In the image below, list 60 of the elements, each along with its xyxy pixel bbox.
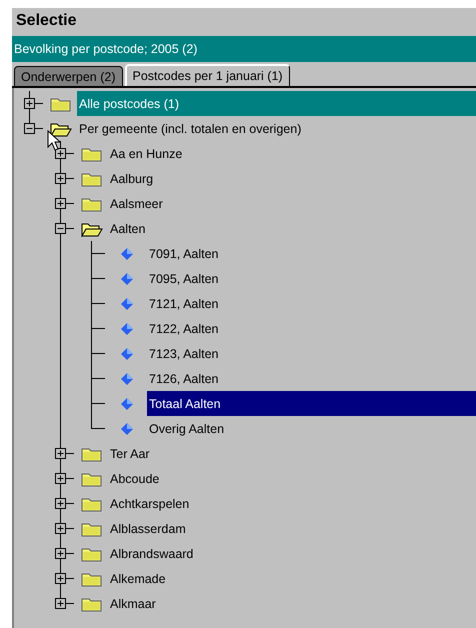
tree-item[interactable]: 7126, Aalten	[147, 372, 221, 386]
tree-item[interactable]: 7123, Aalten	[147, 346, 221, 360]
mouse-pointer-icon	[47, 130, 61, 152]
folder-icon	[81, 470, 103, 486]
expand-icon[interactable]	[55, 148, 66, 159]
folder-icon	[81, 546, 103, 562]
dataset-title-bar: Bevolking per postcode; 2005 (2)	[12, 36, 476, 62]
folder-icon	[81, 596, 103, 612]
tab[interactable]: Onderwerpen (2)	[14, 66, 122, 86]
diamond-icon	[121, 248, 133, 260]
panel-title: Selectie	[15, 11, 78, 31]
diamond-icon	[121, 272, 133, 284]
tree-item[interactable]: 7095, Aalten	[147, 272, 221, 286]
folder-icon	[50, 96, 72, 112]
tree-item[interactable]: Ter Aar	[108, 446, 152, 460]
expand-icon[interactable]	[55, 173, 66, 184]
tree-item[interactable]: Albrandswaard	[108, 546, 196, 560]
diamond-icon	[121, 372, 133, 384]
tree-item[interactable]: 7091, Aalten	[147, 246, 221, 260]
tree-item[interactable]: Aa en Hunze	[108, 146, 184, 160]
diamond-icon	[121, 298, 133, 310]
folder-icon	[81, 496, 103, 512]
tree-item[interactable]: Alle postcodes (1)	[77, 96, 182, 110]
folder-icon	[81, 520, 103, 536]
expand-icon[interactable]	[55, 548, 66, 559]
folder-icon	[81, 170, 103, 186]
tab[interactable]: Postcodes per 1 januari (1)	[124, 64, 290, 86]
tree-item[interactable]: Aalsmeer	[108, 196, 165, 210]
tree-item[interactable]: 7121, Aalten	[147, 296, 221, 310]
expand-icon[interactable]	[55, 523, 66, 534]
expand-icon[interactable]	[55, 573, 66, 584]
expand-icon[interactable]	[55, 448, 66, 459]
tree-item[interactable]: Alkmaar	[108, 596, 158, 610]
expand-icon[interactable]	[55, 198, 66, 209]
diamond-icon	[121, 348, 133, 360]
diamond-icon	[121, 422, 133, 434]
expand-icon[interactable]	[55, 498, 66, 509]
tree-item[interactable]: Alkemade	[108, 572, 168, 586]
open-folder-icon	[50, 120, 72, 136]
tree-item[interactable]: Totaal Aalten	[147, 396, 223, 410]
tree-item[interactable]: Abcoude	[108, 472, 162, 486]
collapse-icon[interactable]	[55, 223, 66, 234]
expand-icon[interactable]	[55, 598, 66, 609]
folder-icon	[81, 570, 103, 586]
diamond-icon	[121, 398, 133, 410]
expand-icon[interactable]	[24, 98, 35, 109]
diamond-icon	[121, 322, 133, 334]
open-folder-icon	[81, 220, 103, 236]
tree-item[interactable]: Per gemeente (incl. totalen en overigen)	[77, 122, 304, 136]
expand-icon[interactable]	[55, 473, 66, 484]
folder-icon	[81, 196, 103, 212]
collapse-icon[interactable]	[24, 123, 35, 134]
tree-item[interactable]: Overig Aalten	[147, 422, 226, 436]
tree-item[interactable]: Aalburg	[108, 172, 156, 186]
folder-icon	[81, 146, 103, 162]
folder-icon	[81, 446, 103, 462]
tree-item[interactable]: Aalten	[108, 222, 148, 236]
tree-item[interactable]: Alblasserdam	[108, 522, 188, 536]
tree-item[interactable]: Achtkarspelen	[108, 496, 192, 510]
tree-item[interactable]: 7122, Aalten	[147, 322, 221, 336]
